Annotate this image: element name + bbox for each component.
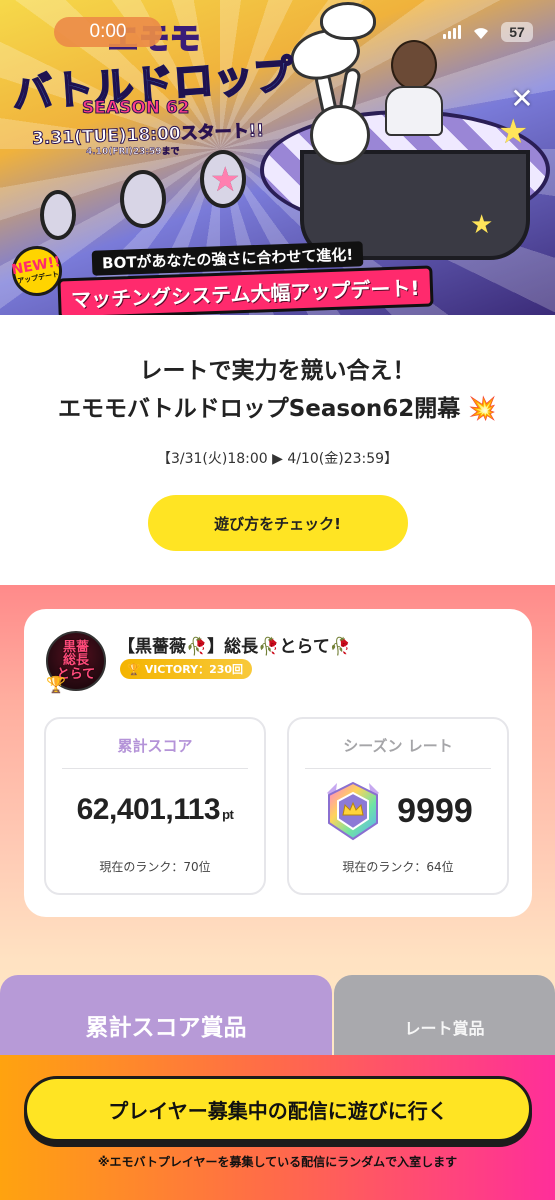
recording-timer: 0:00 [54, 17, 162, 47]
score-rank: 現在のランク：70位 [99, 860, 211, 874]
divider [305, 768, 491, 769]
season-rate-label: シーズン レート [343, 737, 453, 755]
event-banner: ★ ★ ★ エモモ バトルドロップ SEASON 62 3.31(TUE)18:… [0, 0, 555, 315]
bunny-illustration [310, 105, 370, 165]
score-unit: pt [222, 807, 234, 822]
victory-badge: 🏆 VICTORY：230回 [120, 659, 253, 679]
player-name: 【黒薔薇🥀】総長🥀とらて🥀 [118, 637, 351, 657]
battery-indicator: 57 [501, 22, 533, 42]
trophy-icon: 🏆 [46, 675, 66, 694]
status-bar-right: 57 [443, 22, 533, 42]
season-label: SEASON 62 [82, 98, 191, 119]
how-to-play-button[interactable]: 遊び方をチェック! [147, 495, 408, 551]
rank-emblem-icon [323, 779, 383, 843]
cta-note: ※エモバトプレイヤーを募集している配信にランダムで入室します [97, 1155, 458, 1169]
event-intro: レートで実力を競い合え！ エモモバトルドロップSeason62開幕 💥 【3/3… [0, 315, 555, 585]
event-title: レートで実力を競い合え！ エモモバトルドロップSeason62開幕 💥 [0, 352, 555, 428]
tab-rate-label: レート賞品 [404, 1019, 485, 1038]
star-decoration: ★ [470, 210, 494, 240]
balloon-decoration [120, 170, 166, 228]
wifi-icon [471, 24, 491, 40]
total-score-value: 62,401,113 pt [76, 793, 234, 826]
total-score-label: 累計スコア [117, 737, 193, 755]
end-date: 4.10(FRI)23:59まで [86, 147, 180, 158]
total-score-box: 累計スコア 62,401,113 pt 現在のランク：70位 [44, 717, 266, 895]
rate-rank: 現在のランク：64位 [342, 860, 454, 874]
trophy-icon: 🏆 [127, 662, 141, 676]
join-stream-button[interactable]: プレイヤー募集中の配信に遊びに行く [24, 1076, 532, 1142]
event-period: 【3/31(火)18:00 ▶ 4/10(金)23:59】 [156, 451, 399, 467]
bird-illustration [320, 2, 376, 40]
avatar-character-illustration [385, 40, 443, 140]
divider [62, 768, 248, 769]
close-icon[interactable]: ✕ [509, 85, 535, 113]
event-title-line2: エモモバトルドロップSeason62開幕 💥 [58, 396, 497, 422]
rate-row: 9999 [289, 779, 507, 843]
star-decoration: ★ [498, 112, 529, 152]
victory-count: VICTORY：230回 [144, 663, 244, 676]
star-decoration: ★ [210, 160, 241, 200]
season-rate-box: シーズン レート 9999 現在のランク：64位 [287, 717, 509, 895]
tab-total-score-label: 累計スコア賞品 [85, 1015, 247, 1041]
signal-icon [443, 25, 461, 39]
event-title-line1: レートで実力を競い合え！ [139, 358, 416, 384]
season-rate-value: 9999 [397, 791, 473, 830]
balloon-decoration [40, 190, 76, 240]
